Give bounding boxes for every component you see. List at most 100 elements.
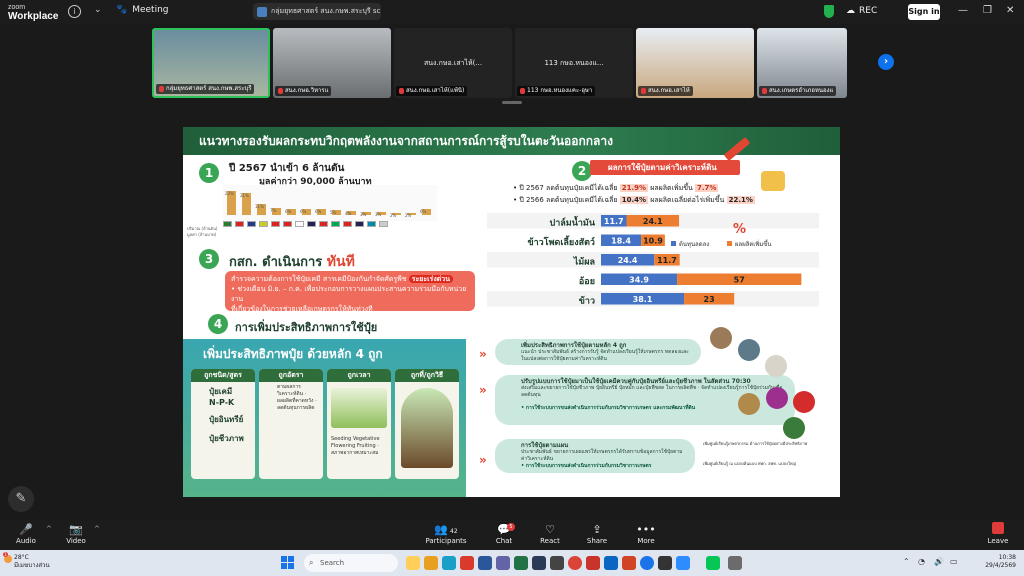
tray-chevron-icon[interactable]: ⌃ xyxy=(903,557,910,566)
teams-icon[interactable] xyxy=(496,556,510,570)
outlook-icon[interactable] xyxy=(478,556,492,570)
field-photo xyxy=(783,417,805,439)
infog-col-time: ถูกเวลา Seeding Vegetative Flowering Fru… xyxy=(327,369,391,479)
settings-gear-icon[interactable] xyxy=(728,556,742,570)
video-options-caret[interactable]: ^ xyxy=(94,525,100,533)
participant-tile-6[interactable]: สนง.เกษตรอำเภอหนองแ xyxy=(757,28,847,98)
country-flag-icon xyxy=(223,221,232,227)
participant-tile-4[interactable]: 113 กษอ.หนองแ... 113 กษอ.หนองแคะ-อุษา xyxy=(515,28,633,98)
four-right-infographic: เพิ่มประสิทธิภาพปุ๋ย ด้วยหลัก 4 ถูก ถูกช… xyxy=(183,339,466,497)
chart-data-label: 11.7 xyxy=(657,256,677,265)
country-flag-icon xyxy=(343,221,352,227)
minimize-icon[interactable]: — xyxy=(958,5,968,16)
participant-tile-2[interactable]: สนง.กษอ.วิหารแ xyxy=(273,28,391,98)
windows-taskbar: 1 28°C มีเมฆบางส่วน ⌕ Search ⌃ ◔ 🔊 ▭ 10:3… xyxy=(0,550,1024,576)
share-button[interactable]: ⇪ Share xyxy=(577,522,617,545)
country-flag-icon xyxy=(247,221,256,227)
react-button[interactable]: ♡ React xyxy=(530,522,570,545)
strip-resize-handle[interactable] xyxy=(502,101,522,104)
country-flag-icon xyxy=(367,221,376,227)
chart-category-label: อ้อย xyxy=(579,276,595,287)
store-icon[interactable] xyxy=(532,556,546,570)
audio-options-caret[interactable]: ^ xyxy=(46,525,52,533)
share-thumbnail-icon xyxy=(257,6,267,17)
office-icon[interactable] xyxy=(460,556,474,570)
participants-icon: 👥 42 xyxy=(434,523,458,536)
infog-col-type: ถูกชนิด/สูตร ปุ๋ยเคมี N-P-K ปุ๋ยอินทรีย์… xyxy=(191,369,255,479)
video-button[interactable]: 📷 Video xyxy=(56,522,96,545)
zoom-window: zoom Workplace i ⌄ 🐾 Meeting กลุ่มยุทธศา… xyxy=(0,0,1024,576)
import-pct-label: 6% xyxy=(300,208,307,214)
annotate-pencil-button[interactable]: ✎ xyxy=(8,486,34,512)
edge-browser-icon[interactable] xyxy=(442,556,456,570)
chart-data-label: 57 xyxy=(734,276,745,285)
battery-icon[interactable]: ▭ xyxy=(950,557,958,566)
chart-data-label: 10.9 xyxy=(643,237,663,246)
meeting-info-icon[interactable]: i xyxy=(68,5,81,18)
legend-label: ต้นทุนลดลง xyxy=(679,241,709,248)
line-app-icon[interactable] xyxy=(706,556,720,570)
section-number-4: 4 xyxy=(208,314,228,334)
participant-name-tag: 113 กษอ.หนองแคะ-อุษา xyxy=(517,86,596,96)
zoom-app-icon[interactable] xyxy=(676,556,690,570)
audio-button[interactable]: 🎤 Audio xyxy=(6,522,46,545)
volume-icon[interactable]: 🔊 xyxy=(934,557,944,566)
participant-tile-5[interactable]: สนง.กษอ.เสาไห้ xyxy=(636,28,754,98)
leave-icon xyxy=(992,522,1004,534)
participant-tile-1[interactable]: กลุ่มยุทธศาสตร์ สนง.กษพ.สระบุรี xyxy=(152,28,270,98)
participant-strip: กลุ่มยุทธศาสตร์ สนง.กษพ.สระบุรี สนง.กษอ.… xyxy=(152,28,872,98)
leave-button[interactable]: Leave xyxy=(978,522,1018,545)
arrow-icon: » xyxy=(479,453,487,467)
network-icon[interactable]: ◔ xyxy=(918,557,925,566)
country-flag-icon xyxy=(319,221,328,227)
restore-icon[interactable]: ❐ xyxy=(983,5,992,16)
taskbar-search-box[interactable]: ⌕ Search xyxy=(304,554,398,572)
action-title: กสก. ดำเนินการ ทันที xyxy=(229,254,355,270)
strategy-block-3: การใช้ปุ๋ยตามแผน ประชาสัมพันธ์ ขยายการเผ… xyxy=(495,439,695,473)
security-shield-icon[interactable] xyxy=(824,5,834,18)
import-pct-label: 4% xyxy=(345,210,352,216)
chrome-icon[interactable] xyxy=(568,556,582,570)
cloud-record-indicator[interactable]: ☁ REC xyxy=(846,6,877,16)
crop-cost-chart: ปาล์มน้ำมัน 11.7 24.1ข้าวโพดเลี้ยงสัตว์ 18.… xyxy=(487,213,819,307)
powerpoint-icon[interactable] xyxy=(622,556,636,570)
participants-button[interactable]: 👥 42 Participants xyxy=(424,522,468,545)
meeting-view-button[interactable]: 🐾 Meeting xyxy=(116,5,169,15)
strategy-block-1: เพิ่มประสิทธิภาพการใช้ปุ๋ยตามหลัก 4 ถูก … xyxy=(495,339,701,365)
shared-slide: แนวทางรองรับผลกระทบวิกฤตพลังงานจากสถานกา… xyxy=(183,127,840,497)
country-flag-icon xyxy=(307,221,316,227)
acrobat-icon[interactable] xyxy=(586,556,600,570)
sign-in-button[interactable]: Sign in xyxy=(908,4,940,20)
next-page-arrow-icon[interactable]: › xyxy=(878,54,894,70)
participant-tile-3[interactable]: สนง.กษอ.เสาไห้(... สนง.กษอ.เสาไห้(แพ้นิ) xyxy=(394,28,512,98)
chrome-profile-icon[interactable] xyxy=(640,556,654,570)
muted-mic-icon xyxy=(762,88,767,94)
system-clock[interactable]: 10:38 29/4/2569 xyxy=(972,554,1016,570)
share-screen-icon: ⇪ xyxy=(592,523,602,536)
widgets-app-icon[interactable] xyxy=(406,556,420,570)
chevron-down-icon[interactable]: ⌄ xyxy=(94,5,102,15)
file-explorer-icon[interactable] xyxy=(424,556,438,570)
weather-widget[interactable]: 1 28°C มีเมฆบางส่วน xyxy=(3,552,50,570)
title-bar: zoom Workplace i ⌄ 🐾 Meeting กลุ่มยุทธศา… xyxy=(0,0,1024,24)
close-icon[interactable]: ✕ xyxy=(1006,5,1014,16)
country-flag-icon xyxy=(271,221,280,227)
chart-category-label: ข้าว xyxy=(579,296,595,307)
arrow-icon: » xyxy=(479,383,487,397)
zoom-logo: zoom Workplace xyxy=(8,4,59,22)
windows-start-icon[interactable] xyxy=(281,556,294,569)
import-pct-label: 2% xyxy=(405,212,412,218)
chart-data-label: 24.1 xyxy=(643,217,663,226)
camera-app-icon[interactable] xyxy=(550,556,564,570)
more-button[interactable]: ••• More xyxy=(626,522,666,545)
import-pct-label: 23% xyxy=(225,191,234,196)
participant-name-tag: สนง.กษอ.เสาไห้ xyxy=(638,86,693,96)
screen-share-pill[interactable]: กลุ่มยุทธศาสตร์ สนง.กษพ.สระบุรี scre ••• xyxy=(253,3,381,20)
meeting-toolbar: 🎤 Audio ^ 📷 Video ^ 👥 42 Participants 💬 5 Chat… xyxy=(0,519,1024,550)
import-pct-label: 6% xyxy=(420,208,427,214)
photos-app-icon[interactable] xyxy=(658,556,672,570)
country-flag-icon xyxy=(295,221,304,227)
chat-button[interactable]: 💬 5 Chat xyxy=(484,522,524,545)
app-icon[interactable] xyxy=(604,556,618,570)
excel-icon[interactable] xyxy=(514,556,528,570)
